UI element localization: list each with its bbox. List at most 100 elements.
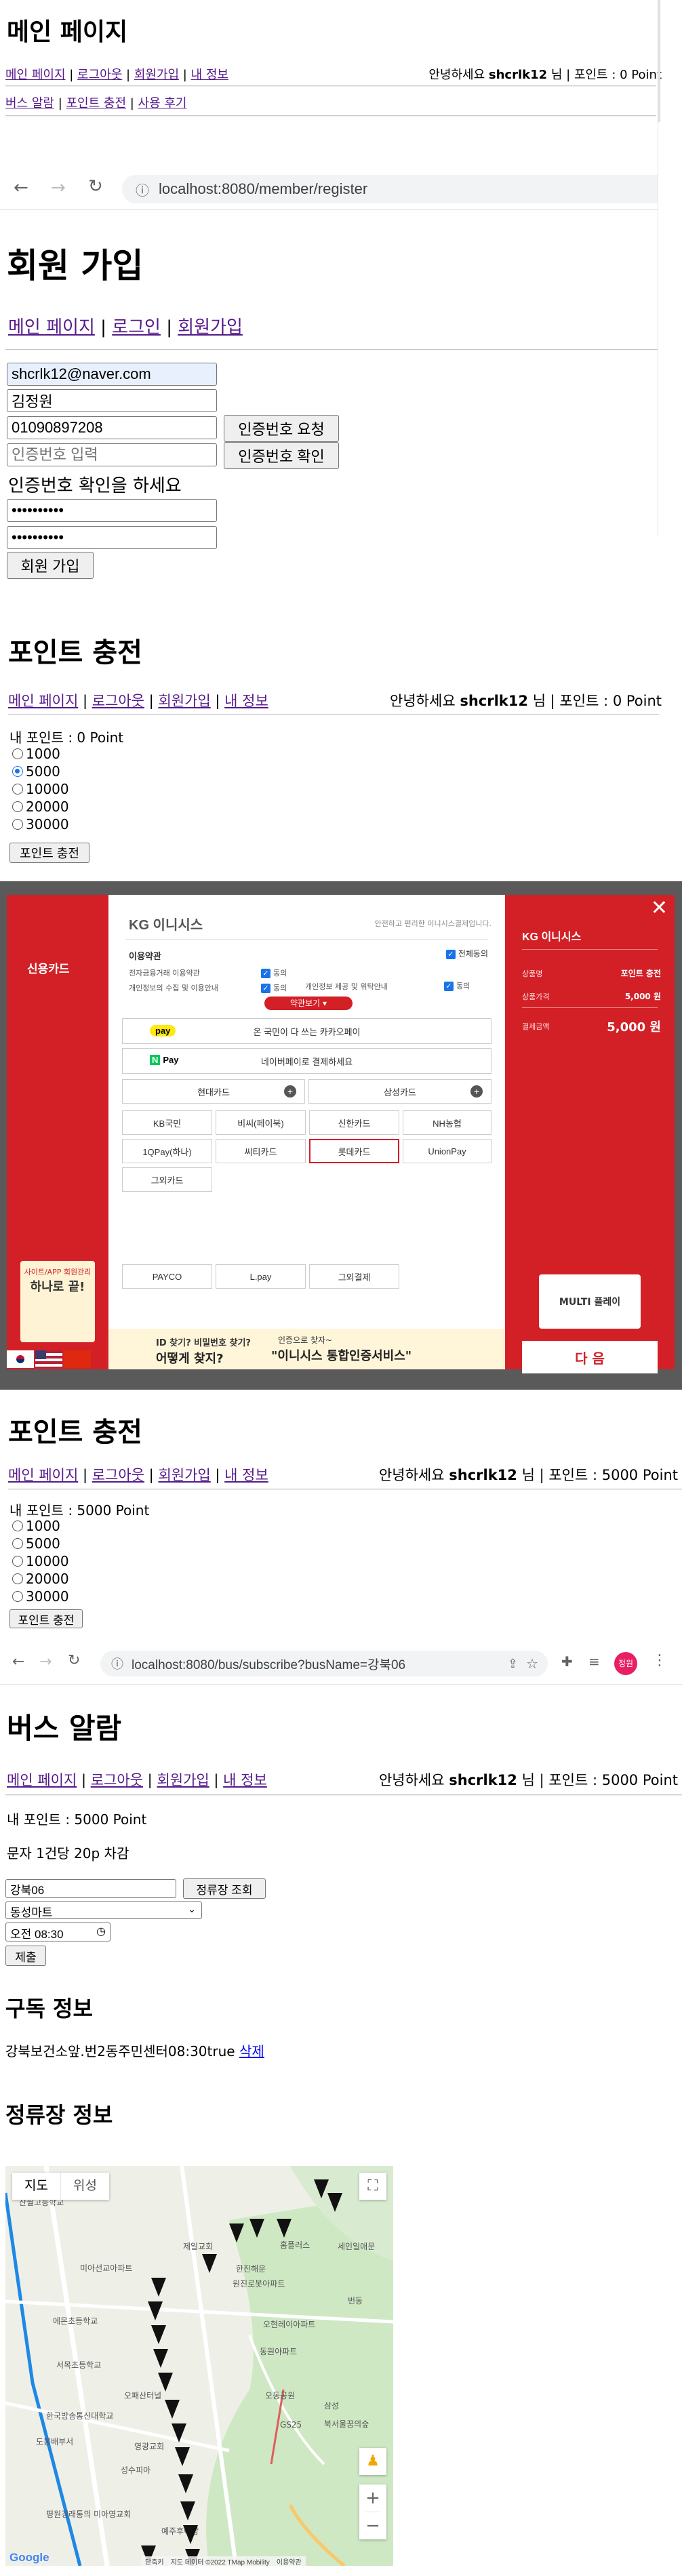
nav-register-link[interactable]: 회원가입 <box>134 65 179 83</box>
nav-review-link[interactable]: 사용 후기 <box>138 94 187 111</box>
bus-stop-marker[interactable] <box>202 2254 217 2273</box>
radio-button[interactable] <box>12 1573 23 1584</box>
address-bar[interactable]: ⓘ localhost:8080/bus/subscribe?busName=강… <box>100 1651 548 1676</box>
register-submit-button[interactable]: 회원 가입 <box>7 552 94 579</box>
address-bar[interactable]: ⓘ localhost:8080/member/register <box>122 175 682 203</box>
radio-button[interactable] <box>12 819 23 830</box>
map-tab[interactable]: 지도 <box>12 2173 60 2200</box>
close-icon[interactable]: ✕ <box>651 896 668 920</box>
reading-list-icon[interactable]: ≡ <box>588 1653 600 1670</box>
option-20000[interactable]: 20000 <box>12 1570 69 1588</box>
password-confirm-field[interactable] <box>7 526 217 549</box>
pegman-icon[interactable]: ♟ <box>359 2448 386 2475</box>
radio-button[interactable] <box>12 1591 23 1602</box>
bus-stop-marker[interactable] <box>249 2219 264 2238</box>
term-agree-checkbox[interactable]: ✓ 동의 <box>261 981 287 996</box>
flag-korea-icon[interactable] <box>7 1350 34 1368</box>
nav-main-link[interactable]: 메인 페이지 <box>5 65 66 83</box>
option-10000[interactable]: 10000 <box>12 1552 69 1570</box>
nav-register-link[interactable]: 회원가입 <box>157 1769 209 1790</box>
inicis-auth-banner[interactable]: ID 찾기? 비밀번호 찾기? 어떻게 찾지? 인증으로 찾자~ "이니시스 통… <box>108 1329 505 1369</box>
bus-stop-marker[interactable] <box>165 2400 180 2419</box>
reload-icon[interactable]: ↻ <box>88 176 103 197</box>
bus-stop-marker[interactable] <box>158 2373 173 2392</box>
bus-stop-marker[interactable] <box>148 2301 163 2320</box>
back-icon[interactable]: ← <box>12 1653 24 1670</box>
bus-name-input[interactable] <box>5 1879 176 1898</box>
bus-stop-map[interactable]: 산월고등학교 제일교회 홈플러스 세인일애문 미아선교아파트 한진해운 원진로봇… <box>5 2166 393 2566</box>
bus-stop-marker[interactable] <box>183 2525 198 2544</box>
bus-stop-marker[interactable] <box>229 2223 244 2242</box>
agree-all-checkbox[interactable]: ✓ 전체동의 <box>445 948 488 959</box>
card-other[interactable]: 그외카드 <box>122 1167 212 1192</box>
nav-main-link[interactable]: 메인 페이지 <box>8 313 95 338</box>
nav-logout-link[interactable]: 로그아웃 <box>92 1464 144 1485</box>
card-unionpay[interactable]: UnionPay <box>403 1139 492 1163</box>
profile-avatar[interactable]: 정원 <box>614 1652 637 1675</box>
bus-stop-marker[interactable] <box>327 2193 342 2212</box>
info-icon[interactable]: ⓘ <box>136 180 149 199</box>
radio-button-selected[interactable] <box>12 766 23 777</box>
payco-option[interactable]: PAYCO <box>122 1264 212 1289</box>
option-10000[interactable]: 10000 <box>12 780 69 798</box>
back-icon[interactable]: ← <box>14 178 28 198</box>
fullscreen-icon[interactable]: ⛶ <box>359 2173 386 2200</box>
name-field[interactable] <box>7 389 217 412</box>
option-5000[interactable]: 5000 <box>12 1535 69 1552</box>
zoom-out-icon[interactable]: − <box>359 2512 386 2539</box>
bookmark-star-icon[interactable]: ☆ <box>526 1655 538 1672</box>
nav-main-link[interactable]: 메인 페이지 <box>8 690 78 710</box>
other-payment-option[interactable]: 그외결제 <box>309 1264 399 1289</box>
charge-submit-button[interactable]: 포인트 충전 <box>9 843 89 863</box>
share-icon[interactable]: ⇪ <box>508 1657 518 1671</box>
card-nh[interactable]: NH농협 <box>403 1110 492 1135</box>
stop-select[interactable]: 동성마트 ⌄ <box>5 1901 202 1919</box>
time-input[interactable]: 오전 08:30 ◷ <box>5 1923 111 1941</box>
nav-logout-link[interactable]: 로그아웃 <box>92 690 144 710</box>
nav-point-charge-link[interactable]: 포인트 충전 <box>66 94 126 111</box>
extensions-icon[interactable]: ✚ <box>561 1653 573 1670</box>
bus-stop-marker[interactable] <box>151 2325 166 2344</box>
nav-logout-link[interactable]: 로그아웃 <box>77 65 122 83</box>
nav-main-link[interactable]: 메인 페이지 <box>7 1769 77 1790</box>
nav-myinfo-link[interactable]: 내 정보 <box>223 1769 267 1790</box>
nav-logout-link[interactable]: 로그아웃 <box>91 1769 143 1790</box>
scrollbar[interactable] <box>658 122 682 536</box>
nav-register-link[interactable]: 회원가입 <box>178 313 243 338</box>
option-20000[interactable]: 20000 <box>12 798 69 816</box>
next-button[interactable]: 다 음 <box>522 1341 658 1373</box>
option-30000[interactable]: 30000 <box>12 816 69 833</box>
nav-myinfo-link[interactable]: 내 정보 <box>224 690 268 710</box>
bus-stop-marker[interactable] <box>314 2179 329 2198</box>
more-menu-icon[interactable]: ⋮ <box>652 1652 667 1669</box>
nav-register-link[interactable]: 회원가입 <box>158 1464 210 1485</box>
charge-submit-button[interactable]: 포인트 충전 <box>9 1609 83 1628</box>
card-kb[interactable]: KB국민 <box>122 1110 212 1135</box>
request-code-button[interactable]: 인증번호 요청 <box>224 415 339 442</box>
option-30000[interactable]: 30000 <box>12 1588 69 1605</box>
delete-subscription-link[interactable]: 삭제 <box>239 2043 264 2059</box>
bus-stop-marker[interactable] <box>277 2219 292 2238</box>
hyundai-card-option[interactable]: 현대카드 + <box>122 1079 305 1104</box>
nav-main-link[interactable]: 메인 페이지 <box>8 1464 78 1485</box>
card-shinhan[interactable]: 신한카드 <box>309 1110 399 1135</box>
radio-button[interactable] <box>12 748 23 759</box>
forward-icon[interactable]: → <box>39 1653 52 1670</box>
card-bc[interactable]: 비씨(페이북) <box>216 1110 306 1135</box>
view-terms-button[interactable]: 약관보기 ▾ <box>264 997 353 1010</box>
terms-link[interactable]: 이용약관 <box>277 2556 302 2566</box>
naverpay-option[interactable]: N Pay 네이버페이로 결제하세요 <box>122 1048 492 1074</box>
satellite-tab[interactable]: 위성 <box>60 2173 109 2200</box>
nav-bus-alarm-link[interactable]: 버스 알람 <box>5 94 54 111</box>
forward-icon[interactable]: → <box>51 178 66 198</box>
radio-button[interactable] <box>12 1556 23 1567</box>
nav-myinfo-link[interactable]: 내 정보 <box>191 65 228 83</box>
kakaopay-option[interactable]: pay 온 국민이 다 쓰는 카카오페이 <box>122 1018 492 1044</box>
bus-stop-marker[interactable] <box>178 2474 193 2493</box>
bus-stop-marker[interactable] <box>151 2278 166 2297</box>
email-field[interactable] <box>7 363 217 386</box>
radio-button[interactable] <box>12 1521 23 1531</box>
code-field[interactable] <box>7 443 217 466</box>
flag-usa-icon[interactable] <box>35 1350 62 1368</box>
info-icon[interactable]: ⓘ <box>111 1655 123 1672</box>
